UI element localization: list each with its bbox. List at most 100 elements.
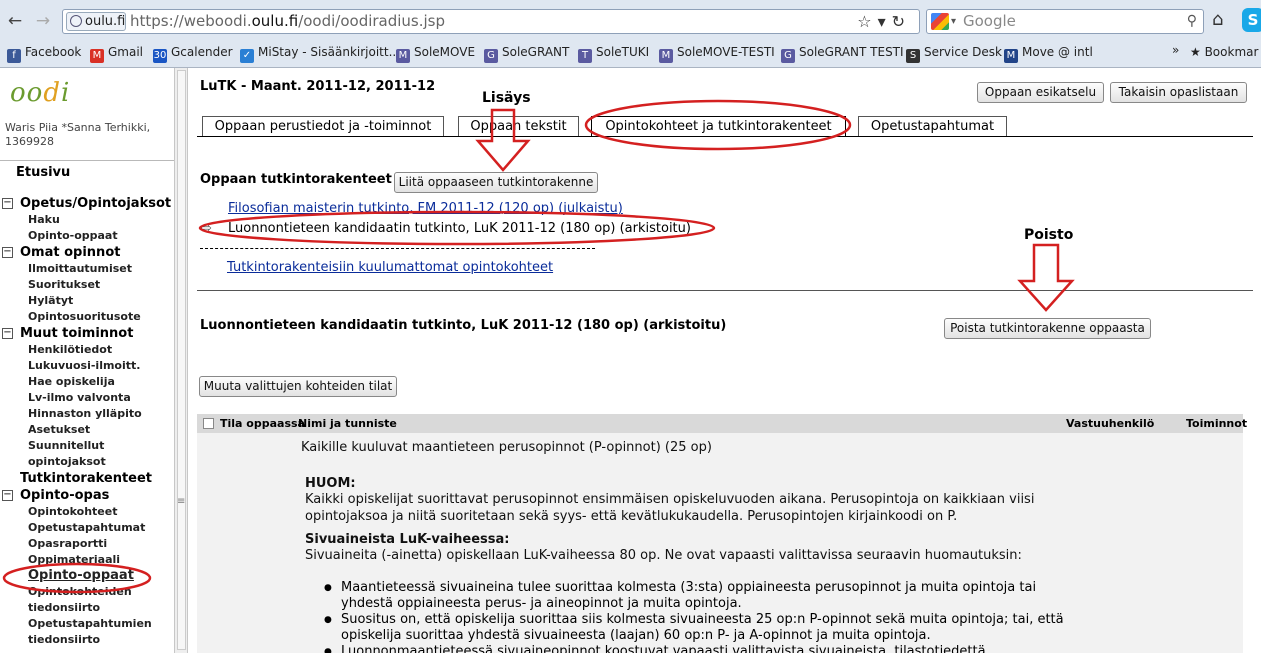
notes-list: Maantieteessä sivuaineina tulee suoritta… (324, 580, 1064, 653)
tab-events[interactable]: Opetustapahtumat (858, 116, 1007, 137)
reload-icon[interactable]: ↻ (892, 12, 911, 31)
sidebar-scrollbar[interactable]: ≡ (174, 68, 188, 653)
main-content: LuTK - Maant. 2011-12, 2011-12 Oppaan es… (189, 68, 1261, 653)
sidebar-item[interactable]: Opetustapahtumien (0, 616, 174, 632)
bookmark-5[interactable]: G SoleGRANT (484, 45, 569, 63)
sidebar-item[interactable]: Opetustapahtumat (0, 520, 174, 536)
site-identity-badge[interactable]: oulu.fi (66, 12, 126, 31)
sidebar-item[interactable]: Hylätyt (0, 293, 174, 309)
bookmark-8[interactable]: G SoleGRANT TESTI (781, 45, 904, 63)
forward-arrow-icon[interactable]: → (32, 10, 54, 32)
collapse-icon[interactable]: − (2, 198, 13, 209)
sidebar-group-2[interactable]: − Muut toiminnot (0, 325, 174, 342)
bookmarks-folder[interactable]: ★ Bookmar (1190, 45, 1258, 59)
bookmark-7[interactable]: M SoleMOVE-TESTI (659, 45, 775, 63)
back-arrow-icon[interactable]: ← (4, 10, 26, 32)
sidebar-item-etusivu[interactable]: Etusivu (16, 165, 70, 180)
sidebar-item[interactable]: Lukuvuosi-ilmoitt. (0, 358, 174, 374)
list-item: Maantieteessä sivuaineina tulee suoritta… (324, 580, 1064, 612)
solegrant-testi-icon: G (781, 49, 795, 63)
sidebar-item[interactable]: Ilmoittautumiset (0, 261, 174, 277)
section-title: Oppaan tutkintorakenteet (200, 172, 392, 187)
sidebar-item[interactable]: opintojaksot (0, 454, 174, 470)
search-bar[interactable]: ▾ Google ⚲ (926, 9, 1204, 34)
url-tools: ☆▾↻ (857, 10, 911, 33)
collapse-icon[interactable]: − (2, 328, 13, 339)
sidebar-item[interactable]: Suunnitellut (0, 438, 174, 454)
search-engine-dropdown-icon[interactable]: ▾ (951, 10, 956, 33)
star-icon[interactable]: ☆ (857, 12, 877, 31)
tab-divider (197, 136, 1253, 137)
search-icon[interactable]: ⚲ (1187, 10, 1197, 33)
sidebar-group-1[interactable]: − Omat opinnot (0, 244, 174, 261)
dashed-divider (200, 248, 595, 249)
collapse-icon[interactable]: − (2, 247, 13, 258)
sidebar-group-opas[interactable]: − Opinto-opas (0, 487, 174, 504)
sidebar-group-0[interactable]: − Opetus/Opintojaksot (0, 195, 174, 212)
bookmark-9[interactable]: S Service Desk (906, 45, 1002, 63)
bookmark-2[interactable]: 30 Gcalender (153, 45, 233, 63)
huom-line-1: Kaikki opiskelijat suorittavat perusopin… (305, 492, 1035, 507)
select-all-checkbox[interactable] (203, 418, 214, 429)
bookmark-3[interactable]: ✓ MiStay - Sisäänkirjoitt... (240, 45, 400, 63)
preview-button[interactable]: Oppaan esikatselu (977, 82, 1104, 103)
dropdown-arrow-icon[interactable]: ▾ (878, 12, 892, 31)
col-actions: Toiminnot (1186, 417, 1248, 430)
sidebar-item[interactable]: Lv-ilmo valvonta (0, 390, 174, 406)
sidebar-item[interactable]: Opinto-oppaat (0, 568, 174, 584)
collapse-icon[interactable]: − (2, 490, 13, 501)
bookmark-4[interactable]: M SoleMOVE (396, 45, 475, 63)
tab-structures[interactable]: Opintokohteet ja tutkintorakenteet (591, 116, 846, 137)
sidebar-item[interactable]: Haku (0, 212, 174, 228)
structure-link-fm[interactable]: Filosofian maisterin tutkinto, FM 2011-1… (228, 201, 623, 216)
row-title: Kaikille kuuluvat maantieteen perusopinn… (301, 440, 712, 455)
huom-heading: HUOM: (305, 476, 356, 491)
calendar-icon: 30 (153, 49, 167, 63)
bookmark-6[interactable]: T SoleTUKI (578, 45, 649, 63)
divider (197, 290, 1253, 291)
structure-current: Luonnontieteen kandidaatin tutkinto, LuK… (228, 221, 691, 236)
sivu-heading: Sivuaineista LuK-vaiheessa: (305, 532, 510, 547)
sidebar-item[interactable]: Opintokohteet (0, 504, 174, 520)
sidebar-item[interactable]: Hae opiskelija (0, 374, 174, 390)
change-status-button[interactable]: Muuta valittujen kohteiden tilat (199, 376, 397, 397)
list-item: Luonnonmaantieteessä sivuaineopinnot koo… (324, 644, 1064, 653)
structure-link-other[interactable]: Tutkintorakenteisiin kuulumattomat opint… (227, 260, 553, 275)
divider (0, 160, 174, 161)
sidebar-item[interactable]: Opasraportti (0, 536, 174, 552)
sidebar-item[interactable]: Opintosuoritusote (0, 309, 174, 325)
back-to-list-button[interactable]: Takaisin opaslistaan (1110, 82, 1247, 103)
tab-texts[interactable]: Oppaan tekstit (458, 116, 579, 137)
url-text: https://weboodi.oulu.fi/oodi/oodiradius.… (130, 12, 446, 30)
col-responsible: Vastuuhenkilö (1066, 417, 1155, 430)
move-intl-icon: M (1004, 49, 1018, 63)
sidebar-item[interactable]: Hinnaston ylläpito (0, 406, 174, 422)
solemove-testi-icon: M (659, 49, 673, 63)
sidebar-item[interactable]: Henkilötiedot (0, 342, 174, 358)
scrollbar-grip-icon[interactable]: ≡ (177, 497, 185, 507)
col-name: Nimi ja tunniste (298, 417, 397, 430)
sidebar-item-tutkintorakenteet[interactable]: Tutkintorakenteet (0, 470, 174, 487)
sidebar-menu: − Opetus/Opintojaksot Haku Opinto-oppaat − Om… (0, 195, 174, 648)
facebook-icon: f (7, 49, 21, 63)
list-item: Suositus on, että opiskelija suorittaa s… (324, 612, 1064, 644)
sidebar-item[interactable]: Suoritukset (0, 277, 174, 293)
bookmark-0[interactable]: f Facebook (7, 45, 81, 63)
bookmark-10[interactable]: M Move @ intl (1004, 45, 1093, 63)
home-icon[interactable]: ⌂ (1212, 9, 1223, 30)
tab-basic-info[interactable]: Oppaan perustiedot ja -toiminnot (202, 116, 444, 137)
sidebar-item[interactable]: Asetukset (0, 422, 174, 438)
attach-structure-button[interactable]: Liitä oppaaseen tutkintorakenne (394, 172, 598, 193)
sidebar-item[interactable]: tiedonsiirto (0, 600, 174, 616)
gmail-icon: M (90, 49, 104, 63)
address-bar[interactable]: oulu.fi https://weboodi.oulu.fi/oodi/ood… (62, 9, 920, 34)
skype-icon[interactable]: S (1242, 8, 1261, 32)
sidebar-item[interactable]: tiedonsiirto (0, 632, 174, 648)
sidebar-item[interactable]: Opinto-oppaat (0, 228, 174, 244)
sidebar-item[interactable]: Opintokohteiden (0, 584, 174, 600)
bookmarks-more-icon[interactable]: » (1172, 43, 1179, 57)
remove-structure-button[interactable]: Poista tutkintorakenne oppaasta (944, 318, 1151, 339)
sidebar-item[interactable]: Oppimateriaali (0, 552, 174, 568)
scrollbar-thumb[interactable] (177, 70, 186, 650)
bookmark-1[interactable]: M Gmail (90, 45, 143, 63)
